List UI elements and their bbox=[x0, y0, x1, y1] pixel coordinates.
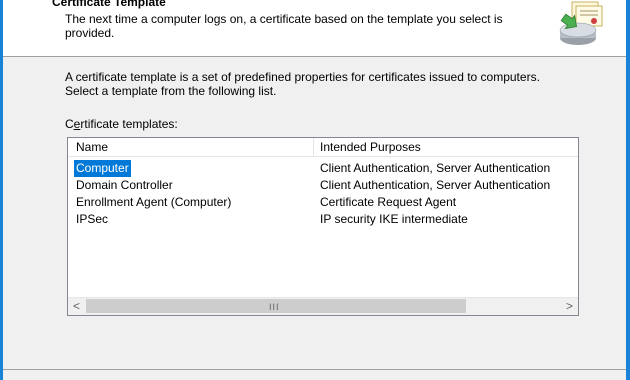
list-rows: Computer Client Authentication, Server A… bbox=[68, 160, 578, 228]
wizard-header: Certificate Template The next time a com… bbox=[3, 0, 626, 57]
list-item[interactable]: Computer Client Authentication, Server A… bbox=[68, 160, 578, 177]
list-item[interactable]: IPSec IP security IKE intermediate bbox=[68, 211, 578, 228]
item-name: IPSec bbox=[76, 212, 109, 226]
window-frame-left bbox=[0, 0, 3, 380]
item-name: Enrollment Agent (Computer) bbox=[76, 195, 232, 209]
scroll-right-button[interactable]: > bbox=[561, 298, 578, 315]
page-title: Certificate Template bbox=[52, 0, 166, 9]
page-description: The next time a computer logs on, a cert… bbox=[65, 12, 503, 40]
list-item[interactable]: Enrollment Agent (Computer) Certificate … bbox=[68, 194, 578, 211]
horizontal-scrollbar[interactable]: < III > bbox=[68, 297, 578, 315]
footer-divider bbox=[3, 369, 626, 370]
column-header-purposes[interactable]: Intended Purposes bbox=[314, 138, 578, 156]
list-item[interactable]: Domain Controller Client Authentication,… bbox=[68, 177, 578, 194]
column-header-name[interactable]: Name bbox=[68, 138, 314, 156]
certificate-wizard-icon bbox=[559, 1, 603, 45]
scroll-left-button[interactable]: < bbox=[68, 298, 85, 315]
item-purposes: Client Authentication, Server Authentica… bbox=[320, 161, 551, 175]
item-purposes: Client Authentication, Server Authentica… bbox=[320, 178, 551, 192]
templates-list-label: Certificate templates: bbox=[65, 117, 178, 131]
scroll-grip-icon: III bbox=[269, 302, 280, 312]
intro-text: A certificate template is a set of prede… bbox=[65, 70, 540, 98]
scroll-thumb[interactable]: III bbox=[86, 299, 466, 313]
item-purposes: Certificate Request Agent bbox=[320, 195, 457, 209]
list-header: Name Intended Purposes bbox=[68, 138, 578, 157]
window-frame-right bbox=[626, 0, 630, 380]
templates-list[interactable]: Name Intended Purposes Computer Client A… bbox=[67, 137, 579, 316]
item-name: Computer bbox=[74, 160, 131, 177]
item-purposes: IP security IKE intermediate bbox=[320, 212, 468, 226]
item-name: Domain Controller bbox=[76, 178, 173, 192]
